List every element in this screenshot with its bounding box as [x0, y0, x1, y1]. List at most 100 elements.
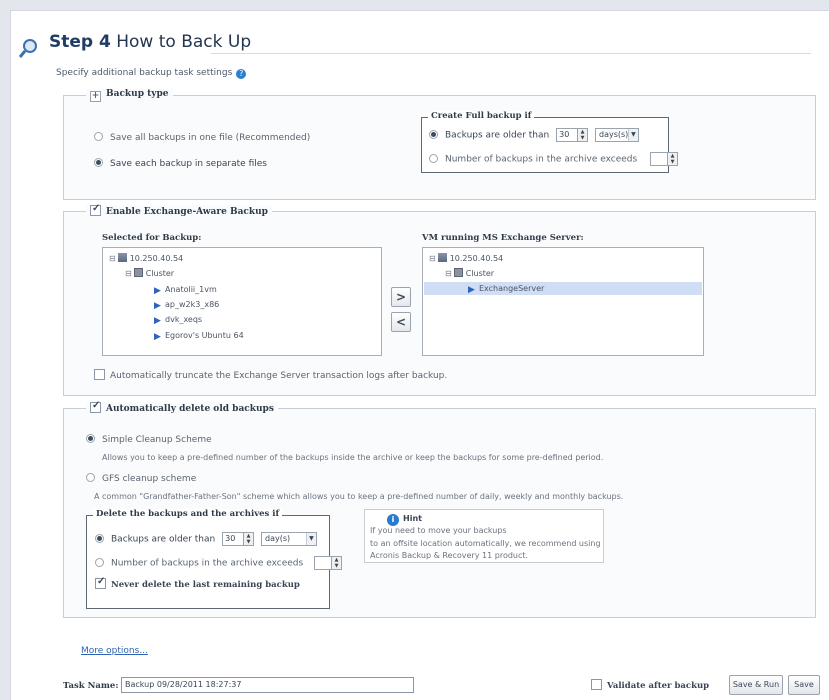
tree-item-host[interactable]: ⊟ 10.250.40.54 — [109, 252, 183, 265]
tree-item-vm[interactable]: ▶ Anatolii_1vm — [153, 283, 217, 296]
cluster-label: Cluster — [145, 269, 175, 278]
full-backup-box: Create Full backup if Backups are older … — [421, 111, 679, 173]
tree-item-host[interactable]: ⊟ 10.250.40.54 — [429, 252, 503, 265]
delete-older-input[interactable]: 30 — [222, 532, 245, 546]
subtitle-text: Specify additional backup task settings — [56, 68, 233, 78]
tree-item-vm[interactable]: ▶ Egorov's Ubuntu 64 — [153, 329, 244, 342]
vm-label: dvk_xeqs — [165, 315, 203, 324]
magnifier-icon — [19, 39, 37, 58]
spinner-icon[interactable]: ▲ ▼ — [578, 128, 589, 142]
backup-type-title: Backup type — [106, 89, 169, 99]
help-icon[interactable]: ? — [236, 69, 247, 79]
hint-box: i Hint If you need to move your backups … — [364, 509, 604, 563]
full-older-input[interactable]: 30 — [556, 128, 579, 142]
never-delete-checkbox[interactable] — [95, 576, 106, 589]
radio-delete-number[interactable]: Number of backups in the archive exceeds… — [95, 556, 343, 570]
auto-delete-title: Automatically delete old backups — [106, 404, 274, 414]
exchange-header[interactable]: Enable Exchange-Aware Backup — [86, 203, 272, 217]
selected-backup-tree[interactable]: ⊟ 10.250.40.54 ⊟ Cluster ▶ Anatolii_1vm ▶ ap… — [102, 247, 382, 356]
radio-simple-scheme[interactable]: Simple Cleanup Scheme — [86, 434, 212, 445]
save-and-run-button[interactable]: Save & Run — [729, 675, 783, 695]
never-delete-option[interactable]: Never delete the last remaining backup — [95, 576, 300, 590]
vm-label: Anatolii_1vm — [165, 285, 217, 294]
save-button[interactable]: Save — [788, 675, 820, 695]
tree-item-cluster[interactable]: ⊟ Cluster — [445, 267, 494, 280]
spinner-icon[interactable]: ▲ ▼ — [668, 152, 679, 166]
expand-icon[interactable]: ⊟ — [109, 254, 116, 263]
tree-item-vm[interactable]: ▶ ExchangeServer — [467, 282, 544, 295]
exchange-section: Enable Exchange-Aware Backup Selected fo… — [63, 203, 816, 396]
auto-delete-header[interactable]: Automatically delete old backups — [86, 400, 278, 414]
radio-icon[interactable] — [94, 158, 103, 167]
radio-full-number[interactable]: Number of backups in the archive exceeds… — [429, 152, 679, 166]
host-icon — [437, 253, 447, 262]
truncate-logs-checkbox[interactable] — [94, 369, 105, 380]
validate-checkbox[interactable] — [591, 679, 602, 690]
cluster-icon — [453, 268, 463, 277]
exchange-checkbox[interactable] — [90, 203, 101, 216]
cluster-icon — [133, 268, 143, 277]
full-unit-value: days(s) — [598, 130, 629, 139]
step-number: Step 4 — [49, 32, 111, 52]
delete-unit-select[interactable]: day(s) ▼ — [260, 532, 317, 546]
radio-gfs-scheme[interactable]: GFS cleanup scheme — [86, 473, 196, 484]
truncate-logs-option[interactable]: Automatically truncate the Exchange Serv… — [94, 369, 447, 381]
radio-one-file-label: Save all backups in one file (Recommende… — [110, 133, 311, 143]
radio-separate-files[interactable]: Save each backup in separate files — [94, 158, 267, 169]
radio-icon[interactable] — [86, 473, 95, 482]
backup-type-section: + Backup type Save all backups in one fil… — [63, 89, 816, 200]
auto-delete-checkbox[interactable] — [90, 400, 101, 413]
radio-delete-older[interactable]: Backups are older than 30 ▲ ▼ day(s) ▼ — [95, 532, 317, 546]
wizard-page: Step 4 How to Back Up Specify additional… — [10, 10, 829, 700]
delete-unit-value: day(s) — [264, 534, 291, 543]
vm-label: ExchangeServer — [479, 284, 545, 293]
step-title: How to Back Up — [116, 32, 252, 52]
vm-exchange-label: VM running MS Exchange Server: — [422, 233, 584, 243]
radio-icon[interactable] — [95, 533, 104, 543]
tree-item-vm[interactable]: ▶ ap_w2k3_x86 — [153, 298, 219, 311]
radio-icon[interactable] — [94, 132, 103, 141]
tree-item-cluster[interactable]: ⊟ Cluster — [125, 267, 174, 280]
radio-icon[interactable] — [429, 153, 438, 163]
page-subtitle: Specify additional backup task settings? — [56, 68, 247, 79]
radio-full-older[interactable]: Backups are older than 30 ▲ ▼ days(s) ▼ — [429, 128, 639, 142]
spinner-icon[interactable]: ▲ ▼ — [332, 556, 343, 570]
expand-icon[interactable]: ⊟ — [429, 254, 436, 263]
chevron-down-icon[interactable]: ▼ — [627, 129, 638, 141]
collapse-icon[interactable]: + — [90, 91, 101, 102]
selected-backup-label: Selected for Backup: — [102, 233, 202, 243]
page-title: Step 4 How to Back Up — [49, 32, 251, 52]
radio-icon[interactable] — [429, 129, 438, 139]
full-number-input[interactable] — [650, 152, 669, 166]
more-options-link[interactable]: More options... — [81, 646, 148, 656]
radio-separate-label: Save each backup in separate files — [110, 159, 267, 169]
title-divider — [211, 53, 811, 54]
full-number-label: Number of backups in the archive exceeds — [445, 154, 638, 165]
simple-scheme-label: Simple Cleanup Scheme — [102, 435, 212, 445]
tree-item-vm[interactable]: ▶ dvk_xeqs — [153, 313, 202, 326]
vm-label: Egorov's Ubuntu 64 — [165, 331, 244, 340]
vm-label: ap_w2k3_x86 — [165, 300, 220, 309]
radio-one-file[interactable]: Save all backups in one file (Recommende… — [94, 132, 310, 143]
radio-icon[interactable] — [95, 557, 104, 567]
full-unit-select[interactable]: days(s) ▼ — [594, 128, 639, 142]
vm-icon: ▶ — [154, 286, 161, 296]
radio-icon[interactable] — [86, 434, 95, 443]
backup-type-header[interactable]: + Backup type — [86, 89, 173, 102]
task-name-label: Task Name: — [63, 681, 119, 691]
task-name-input[interactable]: Backup 09/28/2011 18:27:37 — [121, 677, 414, 693]
auto-delete-section: Automatically delete old backups Simple … — [63, 400, 816, 618]
spinner-icon[interactable]: ▲ ▼ — [244, 532, 255, 546]
move-right-button[interactable]: > — [391, 287, 411, 307]
vm-exchange-tree[interactable]: ⊟ 10.250.40.54 ⊟ Cluster ▶ ExchangeServer — [422, 247, 704, 356]
delete-conditions-box: Delete the backups and the archives if B… — [86, 509, 343, 609]
chevron-down-icon[interactable]: ▼ — [305, 533, 316, 545]
move-left-button[interactable]: < — [391, 312, 411, 332]
info-icon: i — [387, 514, 399, 526]
validate-option[interactable]: Validate after backup — [591, 679, 709, 691]
delete-number-input[interactable] — [314, 556, 333, 570]
expand-icon[interactable]: ⊟ — [445, 269, 452, 278]
delete-older-label: Backups are older than — [111, 534, 216, 545]
expand-icon[interactable]: ⊟ — [125, 269, 132, 278]
full-backup-heading: Create Full backup if — [428, 111, 535, 121]
